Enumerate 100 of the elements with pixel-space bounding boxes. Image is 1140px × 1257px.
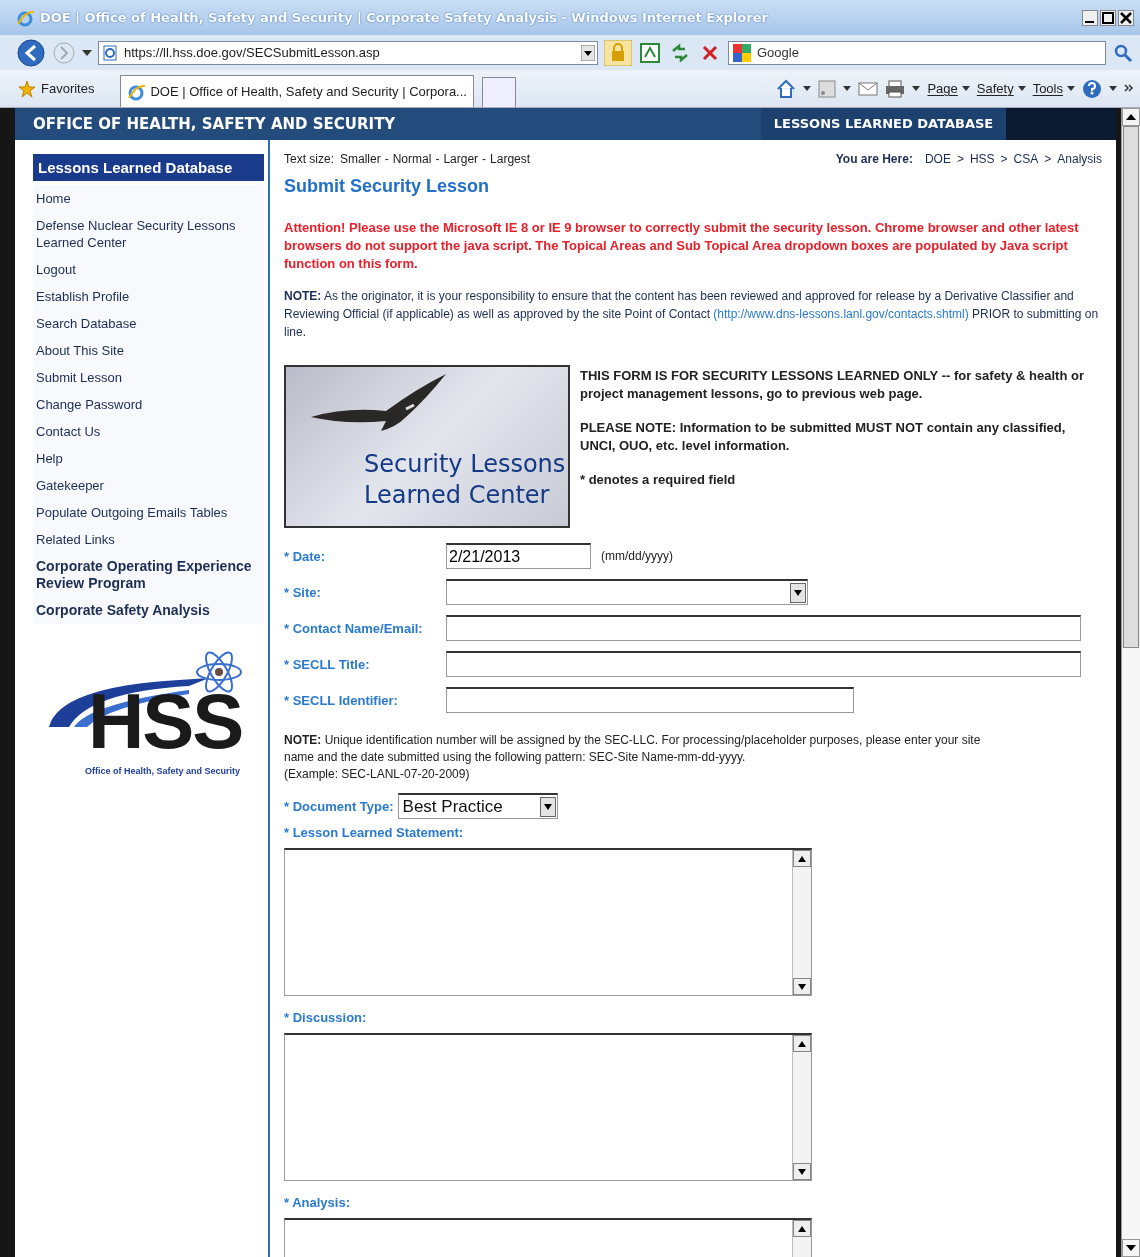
text-field[interactable]: 2/21/2013 (446, 543, 591, 569)
down-arrow-icon (798, 983, 806, 990)
field-label: * Lesson Learned Statement: (284, 825, 465, 840)
text-size-link[interactable]: Largest (490, 152, 531, 166)
caret-icon (794, 589, 802, 596)
scroll-up-button[interactable] (793, 850, 811, 867)
sidebar-link[interactable]: Logout (33, 256, 264, 283)
window-title: DOE | Office of Health, Safety and Security | Corporate Safety Analysis - Windows Internet Explorer (40, 10, 769, 25)
notice-text: PLEASE NOTE: Information to be submitted MUST NOT contain any classified, UNCI, OUO, etc. level information. (580, 419, 1067, 455)
sidebar-link[interactable]: Submit Lesson (33, 364, 264, 391)
text-size-link[interactable]: Larger (443, 152, 479, 166)
breadcrumb-link[interactable]: CSA (1013, 152, 1039, 166)
search-provider-icon (733, 43, 751, 62)
text-field[interactable] (446, 651, 1081, 677)
separator-text: - (435, 152, 440, 166)
field-label: * Discussion: (284, 1010, 368, 1025)
mail-icon[interactable] (858, 80, 879, 97)
text-field[interactable] (446, 687, 854, 713)
note-text: NOTE: Unique identification number will be assigned by the SEC-LLC. For processing/placeholder purposes, please enter your site name and the date submitted using the following pattern: SEC-Site Name-mm-dd-yyyy. (284, 732, 982, 766)
command-menu[interactable]: Tools (1032, 81, 1075, 96)
sidebar-link[interactable]: Related Links (33, 526, 264, 553)
caret-icon (1067, 85, 1075, 92)
sidebar-link[interactable]: About This Site (33, 337, 264, 364)
scroll-up-button[interactable] (793, 1035, 811, 1052)
command-menu[interactable]: Page (927, 81, 970, 96)
vertical-scrollbar[interactable] (1121, 108, 1140, 1257)
up-arrow-icon (798, 1225, 806, 1232)
sidebar-link[interactable]: Defense Nuclear Security Lessons Learned Center (33, 212, 264, 256)
browser-logo-icon (127, 82, 148, 101)
scrollbar-thumb[interactable] (1123, 126, 1139, 648)
scroll-up-button[interactable] (1122, 108, 1140, 126)
caret-icon (543, 803, 552, 810)
breadcrumb-link[interactable]: DOE (924, 152, 951, 166)
sidebar-link[interactable]: Contact Us (33, 418, 264, 445)
scroll-down-button[interactable] (793, 1163, 811, 1180)
sidebar-link[interactable]: Help (33, 445, 264, 472)
breadcrumb-separator: > (956, 152, 964, 166)
text-size-link[interactable]: Normal (392, 152, 432, 166)
caret-icon[interactable] (803, 85, 812, 92)
section-title: LESSONS LEARNED DATABASE (761, 108, 1006, 140)
up-arrow-icon (798, 855, 806, 862)
chevron-icon[interactable] (1124, 83, 1134, 94)
new-tab-button[interactable] (481, 77, 516, 107)
sidebar-heading: Lessons Learned Database (33, 154, 264, 181)
star-icon (18, 79, 36, 98)
breadcrumb-separator: > (1000, 152, 1008, 166)
maximize-icon[interactable] (1100, 9, 1116, 26)
text-field[interactable] (446, 615, 1081, 641)
back-icon[interactable] (16, 37, 46, 68)
caret-icon (1017, 85, 1026, 92)
up-arrow-icon (798, 1040, 806, 1047)
compatibility-icon[interactable] (638, 40, 662, 65)
sidebar-link[interactable]: Populate Outgoing Emails Tables (33, 499, 264, 526)
search-field[interactable]: Google (728, 40, 1106, 65)
home-icon[interactable] (776, 78, 797, 99)
down-arrow-icon (1126, 1245, 1136, 1251)
contact-link[interactable]: (http://www.dns-lessons.lanl.gov/contacts.shtml) (713, 307, 969, 321)
text-size-link[interactable]: Smaller (340, 152, 381, 166)
lock-icon (604, 39, 632, 66)
feed-icon[interactable] (818, 79, 837, 98)
dropdown-icon[interactable] (581, 44, 595, 61)
favorites-button[interactable]: Favorites (18, 79, 113, 98)
sidebar-link[interactable]: Search Database (33, 310, 264, 337)
warning-text: Attention! Please use the Microsoft IE 8 or IE 9 browser to correctly submit the security lesson. Chrome browser and other latest browsers do not support the java script. The Topical Areas and Sub Topical Area dropdown boxes are populated by Java script function on this form. (284, 219, 1080, 273)
caret-icon (961, 85, 970, 92)
command-menu[interactable]: Safety (976, 81, 1026, 96)
browser-logo-icon (16, 8, 36, 27)
field-label: * Analysis: (284, 1195, 351, 1210)
help-icon[interactable] (1082, 78, 1102, 99)
caret-icon[interactable] (843, 85, 852, 92)
scroll-down-button[interactable] (793, 978, 811, 995)
site-dropdown[interactable] (446, 579, 808, 605)
breadcrumb-link[interactable]: HSS (969, 152, 995, 166)
sidebar-link[interactable]: Home (33, 185, 264, 212)
dropdown-icon[interactable] (82, 48, 92, 57)
sidebar-link[interactable]: Establish Profile (33, 283, 264, 310)
separator-text: - (384, 152, 389, 166)
notice-text: THIS FORM IS FOR SECURITY LESSONS LEARNED ONLY -- for safety & health or project management lessons, go to previous web page. (580, 367, 1085, 403)
page-title: Submit Security Lesson (284, 176, 491, 197)
scroll-down-button[interactable] (1122, 1239, 1140, 1257)
document-type-dropdown[interactable]: Best Practice (397, 793, 558, 819)
sidebar-link[interactable]: Gatekeeper (33, 472, 264, 499)
browser-tab[interactable]: DOE | Office of Health, Safety and Security | Corpora... (120, 75, 474, 107)
breadcrumb-link[interactable]: Analysis (1057, 152, 1102, 166)
sidebar-link[interactable]: Change Password (33, 391, 264, 418)
printer-icon[interactable] (885, 79, 906, 98)
sidebar-link[interactable]: Corporate Operating Experience Review Program (33, 553, 264, 597)
site-header-title: OFFICE OF HEALTH, SAFETY AND SECURITY (32, 115, 397, 133)
field-label: * SECLL Identifier: (284, 692, 399, 708)
scroll-up-button[interactable] (793, 1220, 811, 1237)
close-icon[interactable] (1118, 9, 1134, 26)
address-field[interactable]: https://ll.hss.doe.gov/SECSubmitLesson.asp (98, 40, 598, 65)
down-arrow-icon (798, 1168, 806, 1175)
breadcrumb-label: You are Here: (835, 152, 913, 166)
notice-text: * denotes a required field (580, 471, 737, 489)
sidebar-link[interactable]: Corporate Safety Analysis (33, 597, 264, 624)
minimize-icon[interactable] (1082, 9, 1098, 26)
caret-icon[interactable] (912, 85, 921, 92)
caret-icon[interactable] (1109, 85, 1117, 92)
field-label: * SECLL Title: (284, 656, 371, 672)
